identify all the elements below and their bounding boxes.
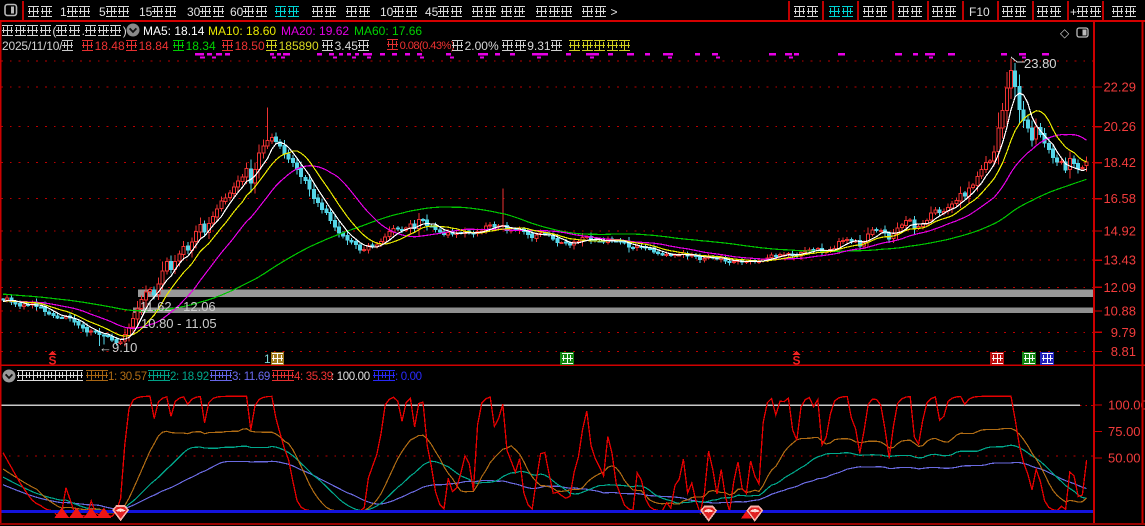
svg-text:16.58: 16.58 <box>1103 191 1136 206</box>
svg-text:8.81: 8.81 <box>1111 344 1136 359</box>
svg-text:11.62 - 12.06: 11.62 - 12.06 <box>140 299 216 314</box>
svg-text:←9.10: ←9.10 <box>99 340 137 355</box>
svg-text:10.80 - 11.05: 10.80 - 11.05 <box>141 316 217 331</box>
svg-text:50.00: 50.00 <box>1108 451 1141 466</box>
svg-text:20.26: 20.26 <box>1103 119 1136 134</box>
svg-text:22.29: 22.29 <box>1103 80 1136 95</box>
svg-text:14.92: 14.92 <box>1103 224 1136 239</box>
svg-text:23.80: 23.80 <box>1024 56 1057 71</box>
svg-text:100.00: 100.00 <box>1108 398 1145 413</box>
svg-text:9.79: 9.79 <box>1111 325 1136 340</box>
svg-text:10.88: 10.88 <box>1103 304 1136 319</box>
svg-text:12.09: 12.09 <box>1103 280 1136 295</box>
svg-text:13.43: 13.43 <box>1103 253 1136 268</box>
svg-text:75.00: 75.00 <box>1108 424 1141 439</box>
svg-text:18.42: 18.42 <box>1103 155 1136 170</box>
